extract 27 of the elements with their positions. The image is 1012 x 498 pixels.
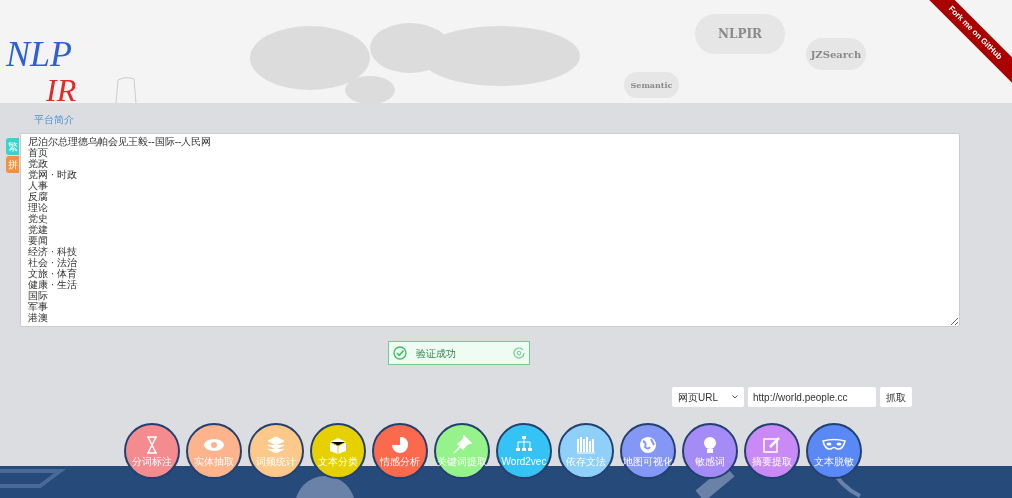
cloud-label: JZSearch — [806, 38, 866, 70]
tool-button[interactable]: 分词标注 — [124, 423, 180, 479]
url-field[interactable]: http://world.people.cc — [748, 387, 876, 407]
cloud-label: Semantic — [624, 72, 679, 98]
source-select[interactable]: 网页URL — [672, 387, 744, 407]
text-area[interactable]: 尼泊尔总理德乌帕会见王毅--国际--人民网 首页 党政 党网 · 时政 人事 反腐 理论 党史 党建 要闻 经济 · 科技 社会 · 法治 文旅 · 体育 健康 · 生活 国际 军事 港澳 — [20, 133, 960, 327]
chevron-down-icon — [732, 395, 738, 399]
tool-button[interactable]: 地图可视化 — [620, 423, 676, 479]
bars-icon — [574, 435, 598, 455]
tool-button[interactable]: 实体抽取 — [186, 423, 242, 479]
refresh-icon[interactable] — [513, 347, 525, 359]
cloud-label: NLPIR — [695, 14, 785, 54]
logo: NLP IR — [6, 36, 78, 103]
captcha-message: 验证成功 — [416, 346, 457, 361]
tool-button[interactable]: 敏感词 — [682, 423, 738, 479]
tool-button[interactable]: 依存文法 — [558, 423, 614, 479]
fetch-button[interactable]: 抓取 — [880, 387, 912, 407]
intro-link[interactable]: 平台简介 — [34, 112, 74, 127]
tool-button[interactable]: 文本分类 — [310, 423, 366, 479]
tool-button[interactable]: Word2vec — [496, 423, 552, 479]
tool-button[interactable]: 文本脱敏 — [806, 423, 862, 479]
tool-button[interactable]: 摘要提取 — [744, 423, 800, 479]
side-tab[interactable]: 拼 — [6, 156, 19, 173]
tool-button[interactable]: 情感分析 — [372, 423, 428, 479]
tool-button[interactable]: 词频统计 — [248, 423, 304, 479]
building-drawing — [113, 76, 139, 103]
side-tab[interactable]: 繁 — [6, 138, 19, 155]
